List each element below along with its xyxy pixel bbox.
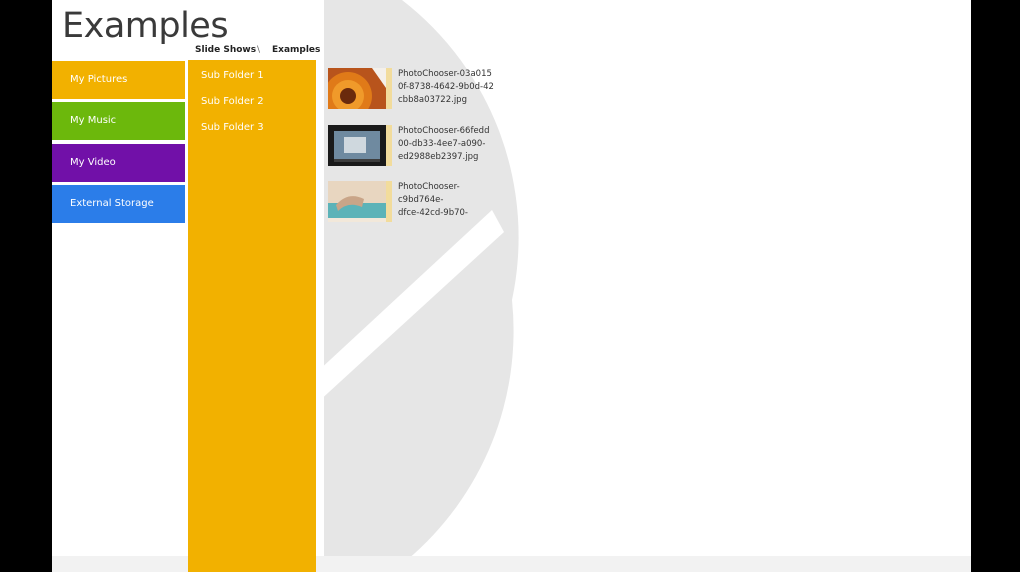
file-item[interactable]: PhotoChooser-03a015 0f-8738-4642-9b0d-42… xyxy=(328,68,508,110)
page-title: Examples xyxy=(62,6,229,46)
folder-item-sub-folder-2[interactable]: Sub Folder 2 xyxy=(201,95,264,109)
breadcrumb-item-slide-shows[interactable]: Slide Shows xyxy=(195,45,256,55)
file-name: PhotoChooser-03a015 0f-8738-4642-9b0d-42… xyxy=(398,69,494,105)
video-thumbnail xyxy=(328,125,386,166)
file-item[interactable]: PhotoChooser-66fedd 00-db33-4ee7-a090- e… xyxy=(328,125,508,167)
folder-list: Sub Folder 1 Sub Folder 2 Sub Folder 3 xyxy=(188,60,316,572)
file-name: PhotoChooser- c9bd764e- dfce-42cd-9b70- xyxy=(398,182,468,218)
nav-tile-external-storage[interactable]: External Storage xyxy=(52,185,185,223)
thumbnail-strip xyxy=(386,125,392,166)
app-window: Examples Slide Shows \ Examples My Pictu… xyxy=(52,0,971,572)
nav-tile-label: External Storage xyxy=(70,198,154,209)
file-item[interactable]: PhotoChooser- c9bd764e- dfce-42cd-9b70- xyxy=(328,181,508,223)
folder-item-sub-folder-1[interactable]: Sub Folder 1 xyxy=(201,69,264,83)
pool-thumbnail xyxy=(328,181,386,222)
flower-thumbnail xyxy=(328,68,386,109)
nav-tile-my-pictures[interactable]: My Pictures xyxy=(52,61,185,99)
thumbnail-strip xyxy=(386,68,392,109)
nav-tile-label: My Video xyxy=(70,157,116,168)
breadcrumb-separator: \ xyxy=(257,45,261,55)
thumbnail-strip xyxy=(386,181,392,222)
folder-item-sub-folder-3[interactable]: Sub Folder 3 xyxy=(201,121,264,135)
nav-tile-my-music[interactable]: My Music xyxy=(52,102,185,140)
nav-tile-label: My Pictures xyxy=(70,74,128,85)
file-name: PhotoChooser-66fedd 00-db33-4ee7-a090- e… xyxy=(398,126,490,162)
nav-tile-label: My Music xyxy=(70,115,117,126)
nav-tile-my-video[interactable]: My Video xyxy=(52,144,185,182)
breadcrumb: Slide Shows \ Examples xyxy=(195,45,320,57)
breadcrumb-item-examples[interactable]: Examples xyxy=(272,45,320,55)
